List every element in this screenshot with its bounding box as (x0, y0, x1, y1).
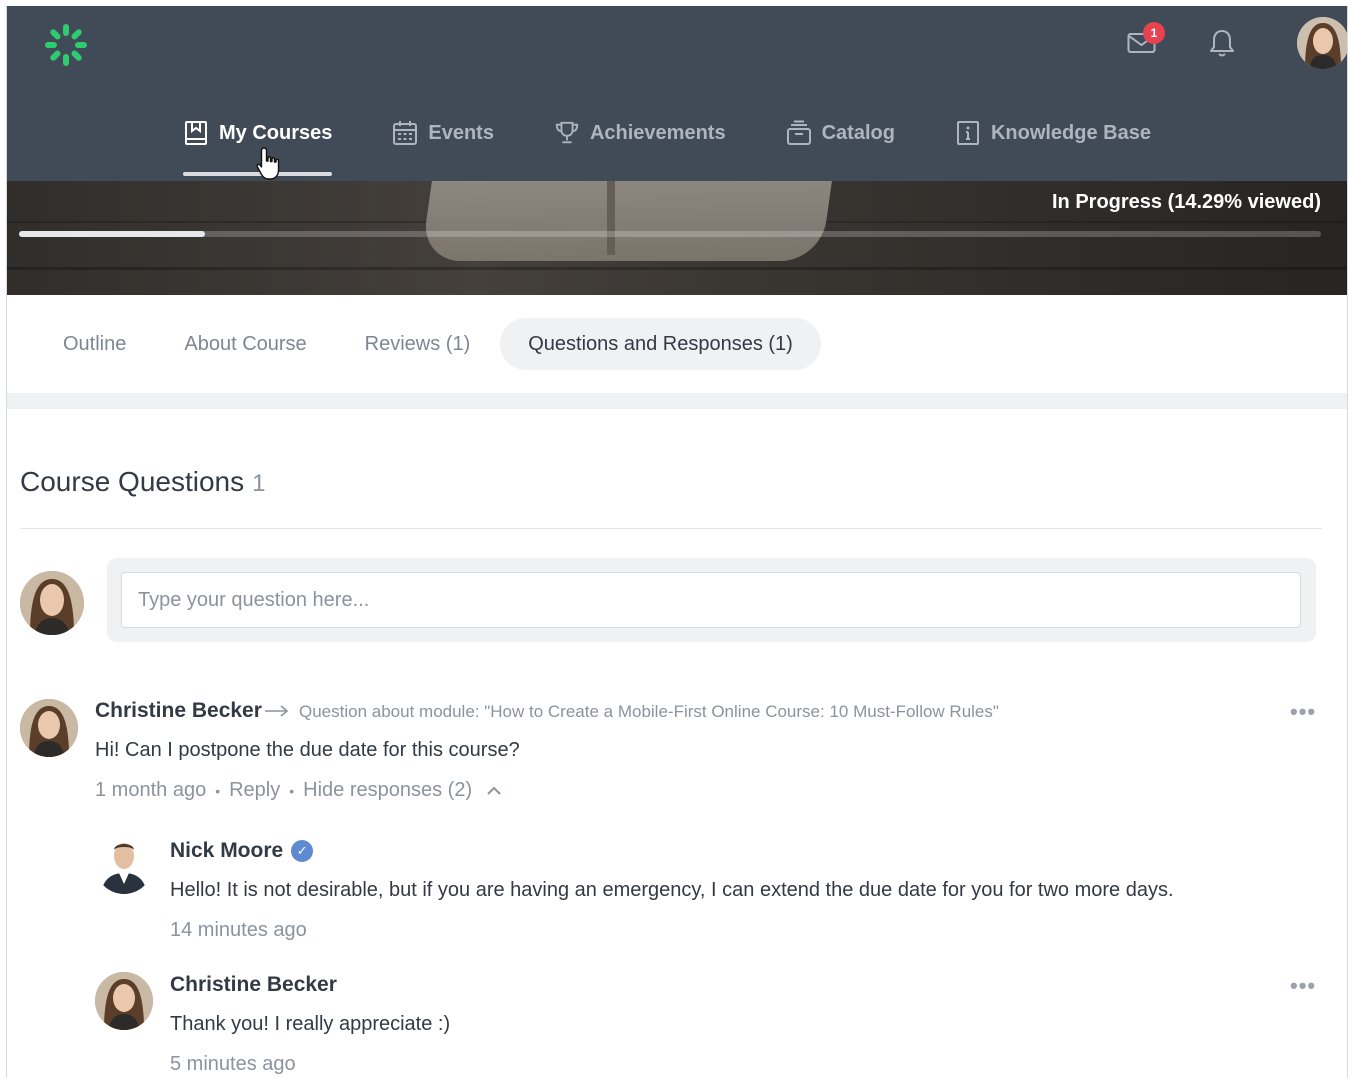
course-banner: In Progress (14.29% viewed) (7, 181, 1347, 295)
question-module-link[interactable]: Question about module: "How to Create a … (299, 702, 999, 722)
progress-status: In Progress (14.29% viewed) (1051, 191, 1321, 213)
user-avatar[interactable] (1297, 17, 1347, 69)
nav-label: Events (428, 121, 494, 144)
main-nav: My Courses Events Achievements Catalog K… (183, 106, 1211, 181)
question-meta: 1 month ago • Reply • Hide responses (2) (95, 779, 502, 802)
question-more-button[interactable]: ••• (1290, 699, 1316, 725)
verified-badge-icon: ✓ (291, 840, 314, 863)
mail-badge: 1 (1143, 22, 1165, 44)
page-title: Course Questions 1 (20, 466, 265, 498)
nav-achievements[interactable]: Achievements (554, 106, 726, 160)
response-time: 5 minutes ago (170, 1053, 296, 1075)
question-count: 1 (252, 470, 266, 497)
app-window: 1 My Courses Events Achievements Catalog… (6, 6, 1348, 1078)
nav-catalog[interactable]: Catalog (786, 106, 895, 160)
section-separator (7, 393, 1347, 409)
question-input[interactable] (121, 572, 1301, 628)
notifications-button[interactable] (1205, 26, 1239, 60)
info-book-icon (955, 120, 981, 146)
nav-label: Knowledge Base (990, 121, 1151, 144)
mail-button[interactable]: 1 (1125, 22, 1165, 60)
response-author[interactable]: Nick Moore ✓ (170, 839, 314, 863)
tab-outline[interactable]: Outline (35, 318, 154, 370)
question-author[interactable]: Christine Becker (95, 699, 262, 723)
catalog-icon (786, 120, 812, 146)
progress-bar-fill (19, 231, 206, 237)
bell-icon (1210, 30, 1234, 57)
progress-bar (19, 231, 1321, 237)
ask-question-box (107, 558, 1316, 642)
hand-cursor-icon (256, 147, 280, 180)
hide-responses-button[interactable]: Hide responses (2) (303, 779, 472, 802)
section-title-text: Course Questions (20, 466, 245, 497)
top-header: 1 My Courses Events Achievements Catalog… (7, 6, 1347, 181)
nav-label: Catalog (821, 121, 895, 144)
nav-knowledge-base[interactable]: Knowledge Base (955, 106, 1151, 160)
separator-dot: • (289, 782, 295, 799)
nav-label: My Courses (219, 121, 333, 144)
tab-about-course[interactable]: About Course (156, 318, 334, 370)
reply-button[interactable]: Reply (229, 779, 280, 802)
question-text: Hi! Can I postpone the due date for this… (95, 739, 520, 761)
calendar-icon (392, 120, 418, 146)
tab-questions-and-responses[interactable]: Questions and Responses (1) (500, 318, 821, 370)
arrow-right-icon (265, 705, 289, 717)
avatar (20, 699, 78, 757)
divider (20, 528, 1322, 529)
question-time: 1 month ago (95, 779, 207, 801)
course-tabs: Outline About Course Reviews (1) Questio… (7, 295, 1347, 393)
avatar (95, 836, 153, 894)
logo-icon[interactable] (43, 22, 89, 68)
nav-label: Achievements (589, 121, 726, 144)
response-author[interactable]: Christine Becker (170, 973, 337, 997)
book-icon (183, 120, 209, 146)
response-time: 14 minutes ago (170, 919, 307, 941)
chevron-up-icon[interactable] (486, 786, 502, 796)
nav-events[interactable]: Events (392, 106, 494, 160)
response-text: Hello! It is not desirable, but if you a… (170, 879, 1174, 901)
response-more-button[interactable]: ••• (1290, 973, 1316, 999)
separator-dot: • (215, 782, 221, 799)
response-text: Thank you! I really appreciate :) (170, 1013, 451, 1035)
trophy-icon (554, 120, 580, 146)
tab-reviews[interactable]: Reviews (1) (337, 318, 499, 370)
response-author-name: Nick Moore (170, 839, 284, 862)
avatar (95, 972, 153, 1030)
avatar (20, 571, 84, 635)
